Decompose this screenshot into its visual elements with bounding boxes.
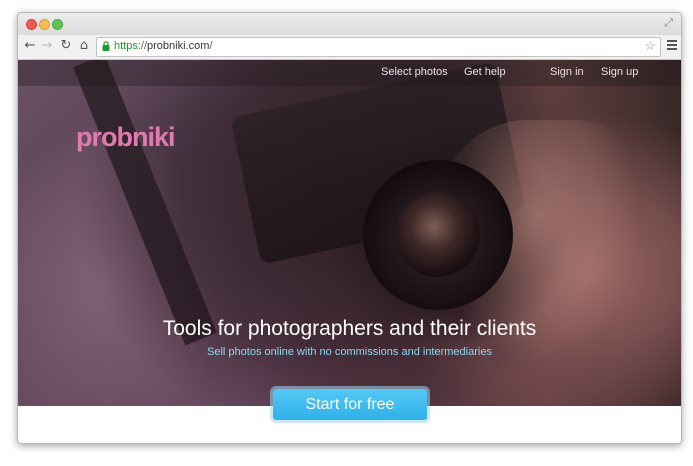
nav-sign-up[interactable]: Sign up xyxy=(601,66,638,78)
hero-headline: Tools for photographers and their client… xyxy=(162,317,537,340)
site-nav: Select photos Get help Sign in Sign up xyxy=(18,60,681,86)
zoom-window-button[interactable] xyxy=(52,19,63,30)
url-separator: :// xyxy=(137,40,148,52)
title-bar: ⤢ xyxy=(18,13,681,35)
url-scheme: https xyxy=(114,40,138,52)
browser-window: ⤢ ← → ↻ ⌂ https://probniki.com/ ☆ Select… xyxy=(17,12,682,444)
hero-banner: Select photos Get help Sign in Sign up p… xyxy=(18,60,681,406)
hero-subheadline: Sell photos online with no commissions a… xyxy=(207,346,492,358)
lock-icon xyxy=(102,41,110,51)
site-logo[interactable]: probniki xyxy=(76,122,175,153)
back-icon[interactable]: ← xyxy=(22,38,38,53)
nav-select-photos[interactable]: Select photos xyxy=(381,66,448,78)
url-text: https://probniki.com/ xyxy=(114,40,212,52)
nav-sign-in[interactable]: Sign in xyxy=(550,66,584,78)
star-icon[interactable]: ☆ xyxy=(644,38,656,54)
forward-icon[interactable]: → xyxy=(39,38,55,53)
address-bar[interactable]: https://probniki.com/ ☆ xyxy=(96,37,661,57)
fullscreen-icon[interactable]: ⤢ xyxy=(664,17,673,30)
browser-toolbar: ← → ↻ ⌂ https://probniki.com/ ☆ xyxy=(18,35,681,60)
nav-get-help[interactable]: Get help xyxy=(464,66,506,78)
url-path: / xyxy=(209,40,213,52)
close-window-button[interactable] xyxy=(26,19,37,30)
start-for-free-button[interactable]: Start for free xyxy=(273,389,427,420)
reload-icon[interactable]: ↻ xyxy=(58,38,74,53)
url-host: probniki.com xyxy=(147,40,210,52)
menu-icon[interactable] xyxy=(667,40,677,52)
minimize-window-button[interactable] xyxy=(39,19,50,30)
home-icon[interactable]: ⌂ xyxy=(76,38,92,53)
